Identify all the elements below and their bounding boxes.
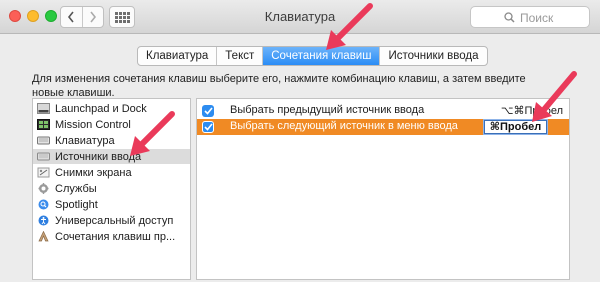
instructions-text: Для изменения сочетания клавиш выберите … bbox=[32, 73, 526, 99]
tab-shortcuts[interactable]: Сочетания клавиш bbox=[262, 47, 380, 65]
title-bar: Клавиатура Поиск bbox=[0, 0, 600, 34]
sidebar-item-launchpad-dock[interactable]: Launchpad и Dock bbox=[33, 101, 190, 116]
tab-keyboard[interactable]: Клавиатура bbox=[138, 47, 216, 65]
sidebar-item-label: Службы bbox=[55, 182, 97, 195]
search-icon bbox=[504, 12, 515, 23]
shortcut-label: Выбрать предыдущий источник ввода bbox=[230, 104, 425, 116]
input-sources-icon bbox=[37, 152, 50, 161]
shortcut-row-previous-source[interactable]: Выбрать предыдущий источник ввода ⌥⌘Проб… bbox=[197, 103, 569, 119]
shortcut-label: Выбрать следующий источник в меню ввода bbox=[230, 120, 458, 132]
search-input[interactable]: Поиск bbox=[470, 6, 590, 28]
sidebar-item-mission-control[interactable]: Mission Control bbox=[33, 117, 190, 132]
sidebar-item-label: Универсальный доступ bbox=[55, 214, 174, 227]
shortcut-row-next-source[interactable]: Выбрать следующий источник в меню ввода … bbox=[197, 119, 569, 135]
tab-bar: Клавиатура Текст Сочетания клавиш Источн… bbox=[137, 46, 488, 66]
search-placeholder: Поиск bbox=[520, 11, 554, 25]
sidebar-item-label: Mission Control bbox=[55, 118, 131, 131]
app-shortcuts-icon bbox=[38, 231, 49, 242]
spotlight-icon bbox=[38, 199, 49, 210]
sidebar-item-input-sources[interactable]: Источники ввода bbox=[33, 149, 190, 164]
gear-icon bbox=[38, 183, 49, 194]
mission-control-icon bbox=[37, 119, 50, 130]
sidebar-item-label: Клавиатура bbox=[55, 134, 115, 147]
sidebar-item-label: Spotlight bbox=[55, 198, 98, 211]
sidebar-item-spotlight[interactable]: Spotlight bbox=[33, 197, 190, 212]
shortcut-list: Выбрать предыдущий источник ввода ⌥⌘Проб… bbox=[196, 98, 570, 280]
accessibility-icon bbox=[38, 215, 49, 226]
sidebar-item-screenshots[interactable]: Снимки экрана bbox=[33, 165, 190, 180]
shortcut-checkbox[interactable] bbox=[202, 105, 214, 117]
tab-text[interactable]: Текст bbox=[216, 47, 262, 65]
keyboard-icon bbox=[37, 136, 50, 145]
screenshot-icon bbox=[37, 167, 50, 178]
sidebar-item-label: Снимки экрана bbox=[55, 166, 132, 179]
sidebar-item-label: Launchpad и Dock bbox=[55, 102, 147, 115]
checkmark-icon bbox=[203, 123, 213, 131]
checkmark-icon bbox=[203, 107, 213, 115]
tab-input-sources[interactable]: Источники ввода bbox=[379, 47, 486, 65]
sidebar-item-app-shortcuts[interactable]: Сочетания клавиш пр... bbox=[33, 229, 190, 244]
shortcut-key-editor[interactable]: ⌘Пробел bbox=[484, 120, 547, 134]
category-list: Launchpad и Dock Mission Control Клавиат… bbox=[32, 98, 191, 280]
shortcut-checkbox[interactable] bbox=[202, 121, 214, 133]
shortcut-keys[interactable]: ⌥⌘Пробел bbox=[501, 104, 563, 117]
sidebar-item-services[interactable]: Службы bbox=[33, 181, 190, 196]
sidebar-item-keyboard[interactable]: Клавиатура bbox=[33, 133, 190, 148]
sidebar-item-accessibility[interactable]: Универсальный доступ bbox=[33, 213, 190, 228]
launchpad-dock-icon bbox=[37, 103, 50, 114]
sidebar-item-label: Сочетания клавиш пр... bbox=[55, 230, 176, 243]
sidebar-item-label: Источники ввода bbox=[55, 150, 142, 163]
